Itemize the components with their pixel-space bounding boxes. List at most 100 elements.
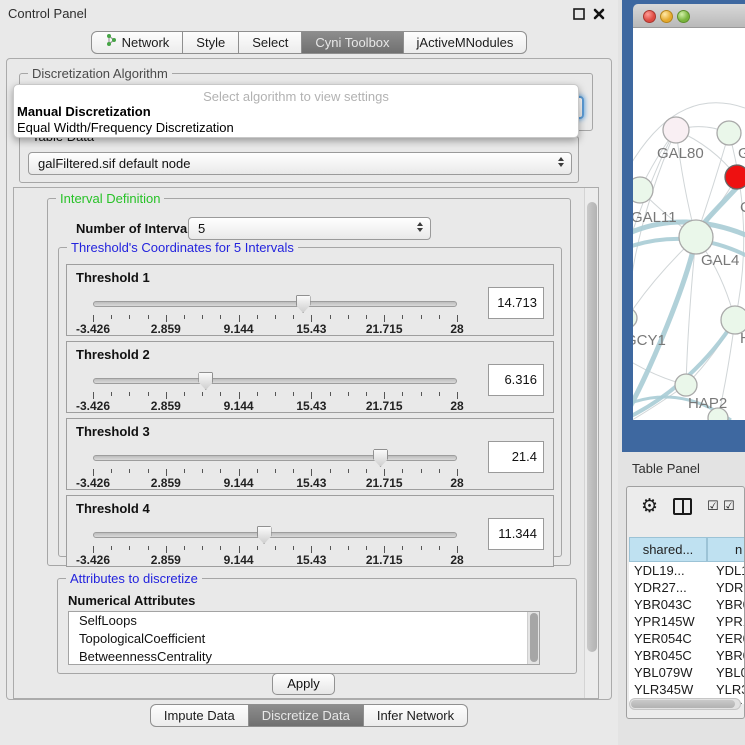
attributes-group-label: Attributes to discretize	[66, 571, 202, 586]
tick-mark	[184, 392, 185, 396]
tick-mark	[366, 546, 367, 550]
network-node[interactable]	[679, 220, 713, 254]
threshold-value-field[interactable]: 11.344	[488, 518, 544, 550]
tick-mark	[421, 469, 422, 473]
network-node[interactable]	[717, 121, 741, 145]
slider-thumb[interactable]	[373, 449, 388, 467]
mac-close-icon[interactable]	[643, 10, 656, 23]
threshold-slider-1[interactable]: -3.4262.8599.14415.4321.71528	[93, 293, 457, 335]
cell-shared-name: YPR145W	[629, 613, 707, 630]
tab-discretize-data[interactable]: Discretize Data	[249, 704, 364, 727]
tab-jactivemnodules[interactable]: jActiveMNodules	[404, 31, 528, 54]
threshold-value-field[interactable]: 6.316	[488, 364, 544, 396]
network-node[interactable]	[633, 177, 653, 203]
tick-mark	[275, 315, 276, 319]
tab-style[interactable]: Style	[183, 31, 239, 54]
network-icon	[105, 32, 117, 53]
gear-icon[interactable]: ⚙	[641, 495, 658, 517]
threshold-slider-3[interactable]: -3.4262.8599.14415.4321.71528	[93, 447, 457, 489]
tick-mark	[366, 392, 367, 396]
checkbox-checked-icon[interactable]: ☑	[723, 499, 735, 514]
network-node[interactable]	[675, 374, 697, 396]
tick-label: 9.144	[224, 476, 254, 490]
tick-label: 15.43	[296, 553, 326, 567]
table-horizontal-scrollbar[interactable]	[629, 698, 741, 710]
tick-label: 28	[450, 322, 463, 336]
tick-mark	[384, 546, 385, 553]
tick-mark	[457, 315, 458, 322]
intervals-select[interactable]: 5	[188, 217, 431, 240]
table-row[interactable]: YLR345WYLR3	[629, 681, 745, 698]
apply-button[interactable]: Apply	[272, 673, 335, 695]
mac-zoom-icon[interactable]	[677, 10, 690, 23]
tick-mark	[129, 315, 130, 319]
tick-mark	[202, 315, 203, 319]
table-panel: ⚙ ☑ ☑ shared... n YDL19...YDL1YDR27...YD…	[626, 486, 745, 719]
tick-label: 2.859	[151, 476, 181, 490]
list-scrollbar[interactable]	[527, 612, 539, 664]
tick-mark	[166, 392, 167, 399]
tick-mark	[93, 392, 94, 399]
table-row[interactable]: YER054CYER0	[629, 630, 745, 647]
tab-select[interactable]: Select	[239, 31, 302, 54]
dropdown-option-equal-width-frequency[interactable]: Equal Width/Frequency Discretization	[17, 120, 234, 135]
network-node[interactable]	[725, 165, 745, 189]
slider-track	[93, 455, 457, 461]
tab-cyni-toolbox[interactable]: Cyni Toolbox	[302, 31, 403, 54]
table-row[interactable]: YDR27...YDR2	[629, 579, 745, 596]
tick-mark	[402, 392, 403, 396]
tab-label: Network	[122, 32, 170, 53]
tab-infer-network[interactable]: Infer Network	[364, 704, 468, 727]
threshold-value-field[interactable]: 14.713	[488, 287, 544, 319]
tick-label: 2.859	[151, 553, 181, 567]
attribute-item-topologicalcoefficient[interactable]: TopologicalCoefficient	[69, 630, 539, 648]
column-header-shared[interactable]: shared...	[629, 537, 707, 562]
tab-label: Impute Data	[164, 705, 235, 726]
tick-label: -3.426	[76, 322, 110, 336]
network-node[interactable]	[633, 308, 637, 328]
network-view[interactable]: GAL80GACGAL11GAL4GCY1HHAP2	[633, 28, 745, 420]
tick-label: 15.43	[296, 399, 326, 413]
attribute-item-selfloops[interactable]: SelfLoops	[69, 612, 539, 630]
tab-network[interactable]: Network	[91, 31, 184, 54]
tick-mark	[257, 546, 258, 550]
checkbox-checked-icon[interactable]: ☑	[707, 499, 719, 514]
float-window-icon[interactable]	[572, 7, 586, 21]
column-header-name[interactable]: n	[707, 537, 745, 562]
dropdown-option-manual-discretization[interactable]: Manual Discretization	[17, 104, 151, 119]
mac-minimize-icon[interactable]	[660, 10, 673, 23]
close-icon[interactable]	[592, 7, 606, 21]
table-row[interactable]: YPR145WYPR1	[629, 613, 745, 630]
split-columns-icon[interactable]	[673, 498, 692, 515]
tick-mark	[293, 315, 294, 319]
network-node-label: GAL4	[701, 252, 739, 269]
network-node[interactable]	[663, 117, 689, 143]
cell-name: YDL1	[707, 562, 745, 579]
control-panel-title: Control Panel	[8, 6, 87, 21]
tick-mark	[311, 392, 312, 399]
algorithm-dropdown-popup: Select algorithm to view settings Manual…	[13, 84, 579, 138]
tick-mark	[402, 469, 403, 473]
slider-thumb[interactable]	[296, 295, 311, 313]
tick-mark	[293, 469, 294, 473]
threshold-value-field[interactable]: 21.4	[488, 441, 544, 473]
tab-label: Discretize Data	[262, 705, 350, 726]
threshold-slider-4[interactable]: -3.4262.8599.14415.4321.71528	[93, 524, 457, 566]
settings-scrollbar[interactable]	[584, 188, 598, 698]
threshold-slider-2[interactable]: -3.4262.8599.14415.4321.71528	[93, 370, 457, 412]
numerical-attributes-list[interactable]: SelfLoopsTopologicalCoefficientBetweenne…	[68, 611, 540, 665]
slider-thumb[interactable]	[198, 372, 213, 390]
tick-mark	[111, 315, 112, 319]
table-data-select[interactable]: galFiltered.sif default node	[28, 152, 572, 175]
table-row[interactable]: YBL079WYBL0	[629, 664, 745, 681]
tick-mark	[293, 546, 294, 550]
table-row[interactable]: YBR043CYBR0	[629, 596, 745, 613]
table-row[interactable]: YBR045CYBR0	[629, 647, 745, 664]
attribute-item-betweennesscentrality[interactable]: BetweennessCentrality	[69, 648, 539, 665]
tab-impute-data[interactable]: Impute Data	[150, 704, 249, 727]
number-of-intervals-label: Number of Intervals	[76, 221, 198, 236]
slider-thumb[interactable]	[257, 526, 272, 544]
table-row[interactable]: YDL19...YDL1	[629, 562, 745, 579]
tick-mark	[457, 546, 458, 553]
tick-mark	[129, 392, 130, 396]
